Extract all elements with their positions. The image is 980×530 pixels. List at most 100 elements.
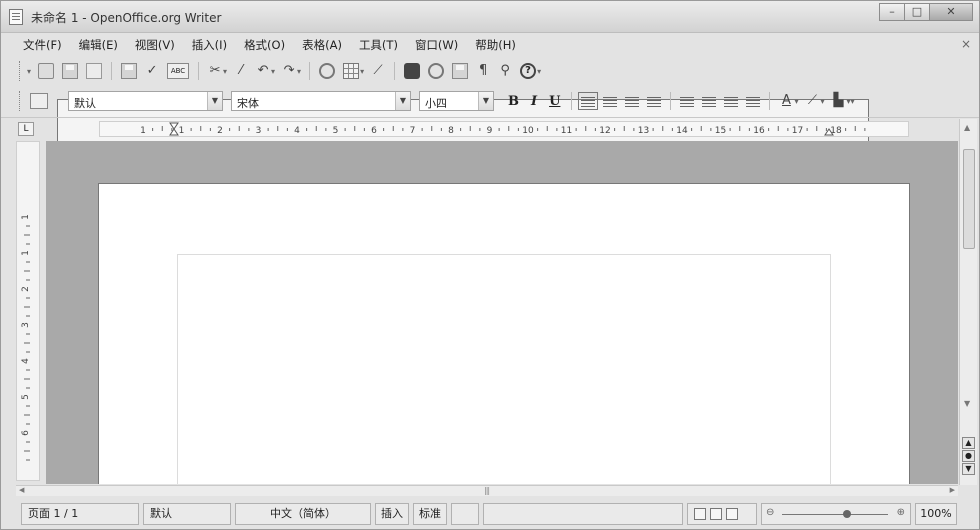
signature-status[interactable] <box>483 503 683 525</box>
table-icon[interactable] <box>343 63 360 79</box>
indent-marker-icon[interactable] <box>169 122 179 136</box>
zoom-level[interactable]: 100% <box>915 503 957 525</box>
single-page-view-icon[interactable] <box>694 508 706 520</box>
nonprinting-chars-icon[interactable]: ¶ <box>476 63 490 79</box>
save-icon[interactable] <box>62 63 79 79</box>
menu-format[interactable]: 格式(O) <box>244 37 285 53</box>
menu-help[interactable]: 帮助(H) <box>475 37 516 53</box>
chevron-down-icon[interactable]: ▼ <box>478 92 493 110</box>
print-icon[interactable] <box>121 63 138 79</box>
hyperlink-icon[interactable] <box>319 63 336 79</box>
open-icon[interactable] <box>38 63 55 79</box>
italic-button[interactable]: I <box>531 94 537 109</box>
align-right-icon[interactable] <box>625 95 640 107</box>
tab-stop-toggle[interactable]: L <box>18 122 34 136</box>
bold-button[interactable]: B <box>508 94 519 109</box>
text-area-boundary[interactable] <box>177 254 831 484</box>
chevron-down-icon[interactable]: ▼ <box>207 92 222 110</box>
paragraph-style-select[interactable]: 默认 ▼ <box>68 91 223 111</box>
horizontal-scrollbar[interactable]: ◀ ||| ▶ <box>16 485 958 496</box>
navigator-icon[interactable] <box>428 63 445 79</box>
language-status[interactable]: 中文（简体） <box>235 503 371 525</box>
underline-button[interactable]: U <box>549 94 560 109</box>
align-center-icon[interactable] <box>603 95 618 107</box>
align-justify-icon[interactable] <box>647 95 662 107</box>
zoom-out-icon[interactable]: ⊖ <box>766 507 774 518</box>
scroll-right-icon[interactable]: ▶ <box>950 486 955 494</box>
close-button[interactable]: ✕ <box>929 3 973 21</box>
new-dropdown-icon[interactable]: ▾ <box>27 67 31 76</box>
zoom-slider[interactable]: ⊖ ⊕ <box>761 503 911 525</box>
draw-functions-icon[interactable]: ⟋ <box>371 63 385 79</box>
scroll-down-icon[interactable]: ▼ <box>964 399 970 408</box>
font-size-select[interactable]: 小四 ▼ <box>419 91 494 111</box>
highlighting-dropdown-icon[interactable]: ▾ <box>820 97 824 106</box>
ruler-tick-label: 11 <box>561 126 572 136</box>
insert-mode[interactable]: 插入 <box>375 503 409 525</box>
horizontal-scroll-thumb[interactable]: ||| <box>484 486 490 495</box>
document-canvas[interactable] <box>46 141 958 484</box>
redo-dropdown-icon[interactable]: ▾ <box>297 67 301 76</box>
font-color-icon[interactable]: A <box>779 93 793 109</box>
book-view-icon[interactable] <box>726 508 738 520</box>
numbering-icon[interactable] <box>680 95 695 107</box>
decrease-indent-icon[interactable] <box>724 95 739 107</box>
menu-table[interactable]: 表格(A) <box>302 37 342 53</box>
highlighting-icon[interactable]: ⟋ <box>805 93 819 109</box>
gallery-icon[interactable] <box>452 63 469 79</box>
close-document-button[interactable]: × <box>961 37 971 51</box>
multi-page-view-icon[interactable] <box>710 508 722 520</box>
chevron-down-icon[interactable]: ▼ <box>395 92 410 110</box>
clone-format-icon[interactable]: ⁄ <box>234 63 248 79</box>
toolbar-grip[interactable] <box>19 91 22 111</box>
menu-file[interactable]: 文件(F) <box>23 37 62 53</box>
zoom-icon[interactable]: ⚲ <box>498 63 512 79</box>
close-icon: ✕ <box>946 5 956 18</box>
previous-page-icon[interactable]: ▲ <box>962 437 975 449</box>
selection-mode[interactable]: 标准 <box>413 503 447 525</box>
increase-indent-icon[interactable] <box>746 95 761 107</box>
table-dropdown-icon[interactable]: ▾ <box>360 67 364 76</box>
email-icon[interactable] <box>86 63 103 79</box>
toolbar-overflow-icon[interactable]: ▾ <box>537 67 541 76</box>
scroll-up-icon[interactable]: ▲ <box>964 123 970 132</box>
next-page-icon[interactable]: ▼ <box>962 463 975 475</box>
page-style[interactable]: 默认 <box>143 503 231 525</box>
scroll-left-icon[interactable]: ◀ <box>19 486 24 494</box>
font-color-dropdown-icon[interactable]: ▾ <box>794 97 798 106</box>
cut-icon[interactable]: ✂ <box>208 63 222 79</box>
toolbar-grip[interactable] <box>19 61 22 81</box>
autospellcheck-icon[interactable]: ABC <box>167 63 190 79</box>
minimize-button[interactable]: – <box>879 3 905 21</box>
background-color-icon[interactable]: ▙ <box>831 93 845 109</box>
align-left-icon[interactable] <box>578 92 599 110</box>
maximize-button[interactable]: □ <box>904 3 930 21</box>
page-count[interactable]: 页面 1 / 1 <box>21 503 139 525</box>
menu-edit[interactable]: 编辑(E) <box>79 37 118 53</box>
bullets-icon[interactable] <box>702 95 717 107</box>
find-replace-icon[interactable] <box>404 63 421 79</box>
menu-view[interactable]: 视图(V) <box>135 37 175 53</box>
vertical-scroll-thumb[interactable] <box>963 149 975 249</box>
document-modified-status[interactable] <box>451 503 479 525</box>
navigation-icon[interactable]: ● <box>962 450 975 462</box>
document-page[interactable] <box>98 183 910 484</box>
toolbar-overflow-icon[interactable]: ▾ <box>850 97 854 106</box>
help-icon[interactable]: ? <box>520 63 537 79</box>
menu-window[interactable]: 窗口(W) <box>415 37 458 53</box>
font-name-select[interactable]: 宋体 ▼ <box>231 91 411 111</box>
ruler-tick-label: 2 <box>217 126 223 136</box>
window-title: 未命名 1 - OpenOffice.org Writer <box>31 11 222 25</box>
undo-dropdown-icon[interactable]: ▾ <box>271 67 275 76</box>
paste-dropdown-icon[interactable]: ▾ <box>223 67 227 76</box>
zoom-knob[interactable] <box>842 510 851 518</box>
styles-formatting-icon[interactable] <box>30 93 48 109</box>
zoom-track[interactable] <box>782 514 888 515</box>
menu-insert[interactable]: 插入(I) <box>192 37 227 53</box>
menu-tools[interactable]: 工具(T) <box>359 37 398 53</box>
spellcheck-icon[interactable]: ✓ <box>145 63 159 79</box>
zoom-in-icon[interactable]: ⊕ <box>897 507 905 518</box>
undo-icon[interactable]: ↶ <box>256 63 270 79</box>
redo-icon[interactable]: ↷ <box>282 63 296 79</box>
vertical-scrollbar[interactable]: ▲ ▼ ▲ ● ▼ <box>959 119 977 485</box>
